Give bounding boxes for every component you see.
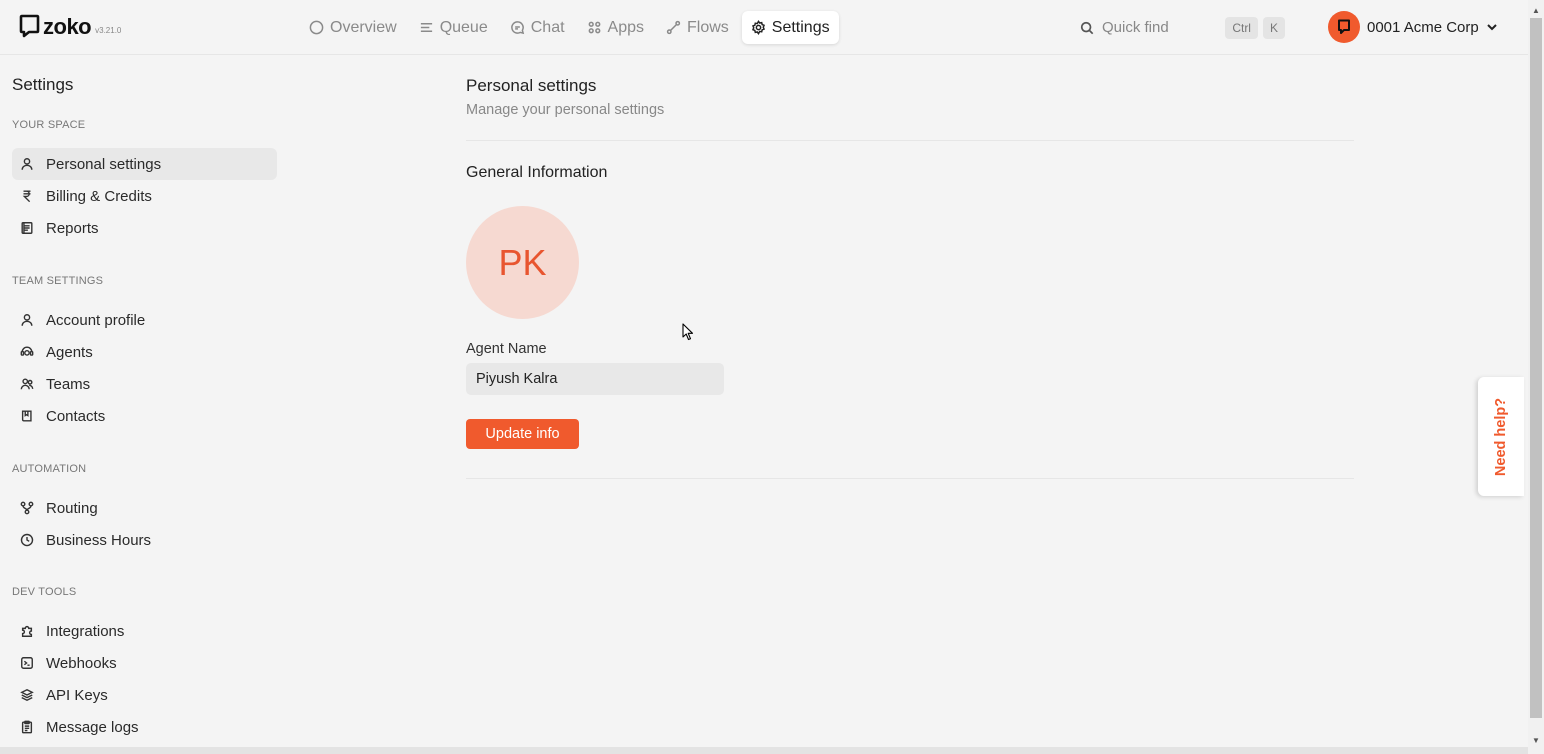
apps-icon <box>588 21 600 34</box>
org-logo-icon <box>1338 19 1350 34</box>
rupee-icon <box>22 190 31 203</box>
quick-find[interactable]: Quick find Ctrl K <box>1068 10 1290 45</box>
need-help-label: Need help? <box>1493 397 1509 476</box>
agent-icon <box>20 346 34 356</box>
sidebar-item-personal-settings[interactable]: Personal settings <box>12 148 277 180</box>
agent-name-field[interactable] <box>466 363 724 395</box>
nav-flows[interactable]: Flows <box>657 11 738 44</box>
nav-apps[interactable]: Apps <box>578 11 653 44</box>
sidebar-item-label: Message logs <box>46 718 139 736</box>
agent-name-label: Agent Name <box>466 341 547 357</box>
report-icon <box>21 222 33 234</box>
sidebar-item-api-keys[interactable]: API Keys <box>12 679 277 711</box>
org-name: 0001 Acme Corp <box>1367 18 1479 36</box>
sidebar-item-label: Reports <box>46 219 99 237</box>
sidebar-item-reports[interactable]: Reports <box>12 212 277 244</box>
user-icon <box>21 158 33 170</box>
org-avatar <box>1328 11 1360 43</box>
nav-chat[interactable]: Chat <box>501 11 574 44</box>
book-icon <box>21 410 32 422</box>
scroll-down-arrow-icon[interactable]: ▼ <box>1528 732 1544 748</box>
avatar[interactable]: PK <box>466 206 579 319</box>
teams-icon <box>20 378 34 390</box>
chat-icon <box>510 21 524 35</box>
layers-icon <box>20 688 34 702</box>
sidebar-item-label: Routing <box>46 499 98 517</box>
routing-icon <box>20 501 34 515</box>
gear-icon <box>751 20 765 35</box>
terminal-icon <box>21 657 33 669</box>
scroll-thumb[interactable] <box>1530 18 1542 718</box>
nav-queue[interactable]: Queue <box>410 11 497 44</box>
nav-label: Chat <box>530 18 565 36</box>
section-your-space: YOUR SPACE <box>12 119 86 131</box>
nav-label: Queue <box>439 18 488 36</box>
sidebar-title: Settings <box>12 75 74 94</box>
section-team-settings: TEAM SETTINGS <box>12 275 104 287</box>
app-name: zoko <box>43 14 92 39</box>
sidebar-item-routing[interactable]: Routing <box>12 492 277 524</box>
horizontal-scrollbar[interactable] <box>0 747 1528 754</box>
app-logo[interactable]: zoko v3.21.0 <box>19 14 121 38</box>
nav-label: Overview <box>330 18 397 36</box>
header-divider <box>466 140 1354 141</box>
nav-label: Flows <box>687 18 729 36</box>
main-nav: Overview Queue Chat Apps Flows Settings <box>300 11 843 44</box>
org-switcher[interactable]: 0001 Acme Corp <box>1328 11 1498 43</box>
update-info-button[interactable]: Update info <box>466 419 579 449</box>
nav-label: Settings <box>771 18 830 36</box>
sidebar-item-label: Personal settings <box>46 155 162 173</box>
flows-icon <box>666 20 681 35</box>
sidebar-item-label: Contacts <box>46 407 106 425</box>
section-dev-tools: DEV TOOLS <box>12 586 77 598</box>
sidebar-item-business-hours[interactable]: Business Hours <box>12 524 277 556</box>
sidebar-item-message-logs[interactable]: Message logs <box>12 711 277 743</box>
sidebar-item-label: Webhooks <box>46 654 117 672</box>
sidebar-item-contacts[interactable]: Contacts <box>12 400 277 432</box>
page-subtitle: Manage your personal settings <box>466 102 665 118</box>
scroll-up-arrow-icon[interactable]: ▲ <box>1528 2 1544 18</box>
sidebar-item-account-profile[interactable]: Account profile <box>12 304 277 336</box>
nav-label: Apps <box>607 18 644 36</box>
sidebar-item-label: Agents <box>46 343 93 361</box>
shortcut-key-k: K <box>1262 16 1285 39</box>
form-divider <box>466 478 1354 479</box>
sidebar-item-label: Teams <box>46 375 91 393</box>
mouse-cursor-icon <box>682 323 694 341</box>
nav-overview[interactable]: Overview <box>300 11 406 44</box>
page-title: Personal settings <box>466 76 597 95</box>
clipboard-icon <box>21 720 33 734</box>
sidebar-item-agents[interactable]: Agents <box>12 336 277 368</box>
sidebar-item-integrations[interactable]: Integrations <box>12 615 277 647</box>
zoko-logo-icon <box>19 14 40 38</box>
sidebar-item-label: Integrations <box>46 622 125 640</box>
search-icon <box>1080 21 1094 34</box>
app-version: v3.21.0 <box>95 26 122 35</box>
chevron-down-icon <box>1487 24 1497 31</box>
quick-find-label: Quick find <box>1102 19 1169 36</box>
sidebar-item-webhooks[interactable]: Webhooks <box>12 647 277 679</box>
sidebar-item-label: Billing & Credits <box>46 187 152 205</box>
nav-settings[interactable]: Settings <box>741 11 839 44</box>
queue-icon <box>420 23 432 32</box>
shortcut-key-ctrl: Ctrl <box>1225 16 1258 39</box>
sidebar-item-billing-credits[interactable]: Billing & Credits <box>12 180 277 212</box>
settings-sidebar: Settings YOUR SPACE Personal settings Bi… <box>0 56 290 754</box>
user-icon <box>21 314 33 326</box>
sidebar-item-label: Business Hours <box>46 531 152 549</box>
clock-icon <box>20 533 34 547</box>
need-help-tab[interactable]: Need help? <box>1478 377 1524 496</box>
top-bar: zoko v3.21.0 Overview Queue Chat Apps Fl… <box>0 0 1528 55</box>
section-automation: AUTOMATION <box>12 463 87 475</box>
sidebar-item-teams[interactable]: Teams <box>12 368 277 400</box>
puzzle-icon <box>21 626 33 637</box>
sidebar-item-label: API Keys <box>46 686 108 704</box>
circle-icon <box>309 20 324 35</box>
sidebar-item-label: Account profile <box>46 311 146 329</box>
vertical-scrollbar[interactable]: ▲ ▼ <box>1528 0 1544 754</box>
section-general-information: General Information <box>466 164 608 181</box>
